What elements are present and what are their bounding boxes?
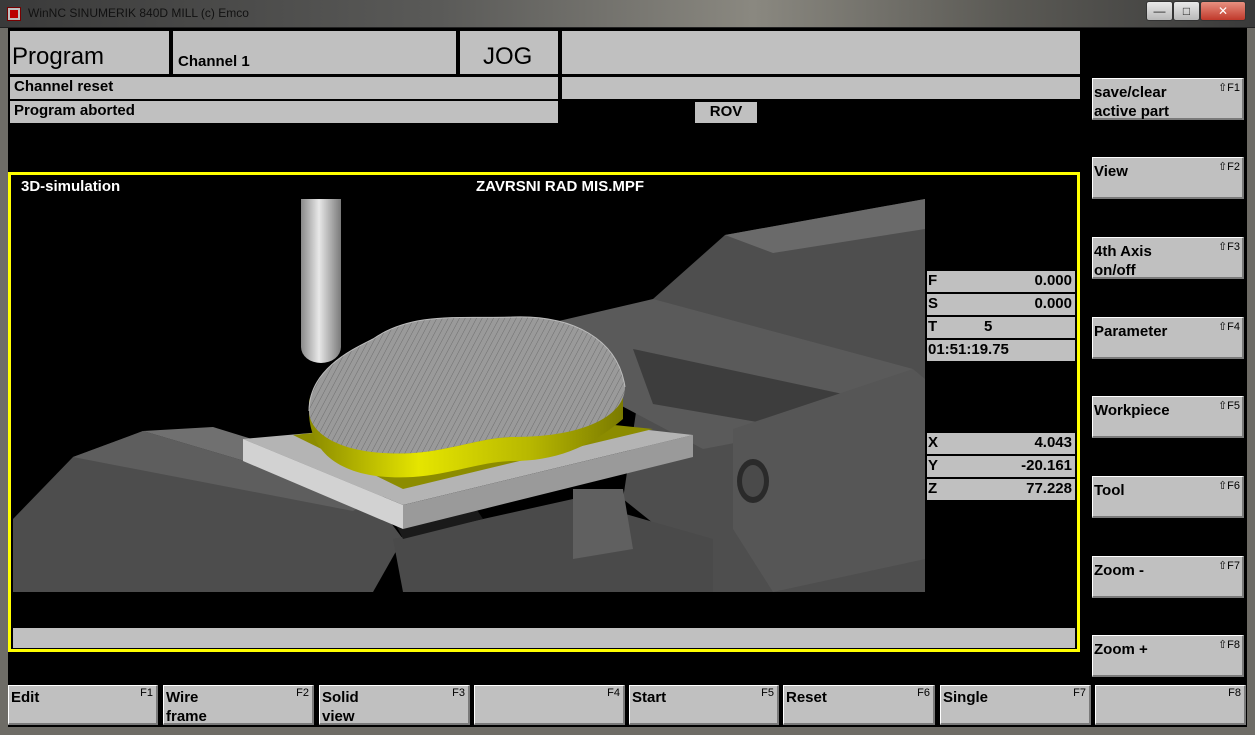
tool-readout: T 5 bbox=[927, 317, 1075, 338]
softkey-wire-frame[interactable]: Wire frame F2 bbox=[163, 685, 314, 725]
spindle-value: 0.000 bbox=[1034, 295, 1072, 312]
feed-value: 0.000 bbox=[1034, 272, 1072, 289]
window-border-bottom bbox=[0, 727, 1255, 735]
message-field bbox=[562, 77, 1080, 99]
window-title: WinNC SINUMERIK 840D MILL (c) Emco bbox=[28, 6, 249, 20]
softkey-number: ⇧F5 bbox=[1217, 400, 1240, 412]
softkey-f8[interactable]: F8 bbox=[1095, 685, 1246, 725]
app-icon[interactable] bbox=[7, 7, 21, 21]
x-axis-value: 4.043 bbox=[1034, 434, 1072, 451]
y-axis-readout: Y -20.161 bbox=[927, 456, 1075, 477]
softkey-reset[interactable]: Reset F6 bbox=[783, 685, 935, 725]
softkey-number: F2 bbox=[296, 687, 309, 699]
z-axis-value: 77.228 bbox=[1026, 480, 1072, 497]
time-value: 01:51:19.75 bbox=[928, 341, 1009, 358]
softkey-label: Solid view bbox=[322, 689, 359, 725]
softkey-number: ⇧F2 bbox=[1217, 161, 1240, 173]
simulation-viewport[interactable] bbox=[13, 199, 925, 592]
simulation-title: 3D-simulation bbox=[21, 178, 121, 195]
softkey-label: Reset bbox=[786, 689, 827, 706]
status-line-1: Channel reset bbox=[10, 77, 558, 99]
simulation-status-bar bbox=[13, 628, 1075, 648]
softkey-workpiece[interactable]: Workpiece ⇧F5 bbox=[1092, 396, 1244, 438]
y-axis-label: Y bbox=[928, 457, 939, 474]
softkey-number: F1 bbox=[140, 687, 153, 699]
time-readout: 01:51:19.75 bbox=[927, 340, 1075, 361]
rov-indicator: ROV bbox=[695, 102, 757, 123]
softkey-label: Parameter bbox=[1094, 323, 1168, 340]
softkey-number: F5 bbox=[761, 687, 774, 699]
softkey-number: ⇧F6 bbox=[1217, 480, 1240, 492]
close-button[interactable]: ✕ bbox=[1200, 1, 1246, 21]
softkey-save-clear-active-part[interactable]: save/clear active part ⇧F1 bbox=[1092, 78, 1244, 120]
softkey-number: F4 bbox=[607, 687, 620, 699]
softkey-zoom-in[interactable]: Zoom + ⇧F8 bbox=[1092, 635, 1244, 677]
z-axis-label: Z bbox=[928, 480, 938, 497]
area-label: Program bbox=[10, 31, 169, 74]
softkey-f4[interactable]: F4 bbox=[474, 685, 625, 725]
channel-label: Channel 1 bbox=[173, 31, 456, 74]
feed-label: F bbox=[928, 272, 938, 289]
softkey-edit[interactable]: Edit F1 bbox=[8, 685, 158, 725]
window-border-left bbox=[0, 28, 8, 735]
program-name: ZAVRSNI RAD MIS.MPF bbox=[476, 178, 645, 195]
softkey-zoom-out[interactable]: Zoom - ⇧F7 bbox=[1092, 556, 1244, 598]
softkey-solid-view[interactable]: Solid view F3 bbox=[319, 685, 470, 725]
machining-3d-view bbox=[13, 199, 925, 592]
spindle-label: S bbox=[928, 295, 939, 312]
softkey-label: Zoom + bbox=[1094, 641, 1148, 658]
minimize-button[interactable]: — bbox=[1146, 1, 1173, 21]
status-line-2: Program aborted bbox=[10, 101, 558, 123]
softkey-label: Single bbox=[943, 689, 989, 706]
softkey-single[interactable]: Single F7 bbox=[940, 685, 1091, 725]
softkey-label: save/clear active part bbox=[1094, 84, 1170, 120]
softkey-tool[interactable]: Tool ⇧F6 bbox=[1092, 476, 1244, 518]
softkey-number: ⇧F8 bbox=[1217, 639, 1240, 651]
softkey-label: Edit bbox=[11, 689, 40, 706]
softkey-number: ⇧F7 bbox=[1217, 560, 1240, 572]
softkey-label: View bbox=[1094, 163, 1128, 180]
mode-label: JOG bbox=[460, 31, 558, 74]
softkey-label: Wire frame bbox=[166, 689, 207, 725]
softkey-number: F3 bbox=[452, 687, 465, 699]
softkey-view[interactable]: View ⇧F2 bbox=[1092, 157, 1244, 199]
softkey-label: Start bbox=[632, 689, 667, 706]
alarm-field bbox=[562, 31, 1080, 74]
softkey-number: F8 bbox=[1228, 687, 1241, 699]
x-axis-readout: X 4.043 bbox=[927, 433, 1075, 454]
softkey-number: ⇧F4 bbox=[1217, 321, 1240, 333]
softkey-number: ⇧F1 bbox=[1217, 82, 1240, 94]
softkey-4th-axis[interactable]: 4th Axis on/off ⇧F3 bbox=[1092, 237, 1244, 279]
softkey-number: ⇧F3 bbox=[1217, 241, 1240, 253]
x-axis-label: X bbox=[928, 434, 939, 451]
z-axis-readout: Z 77.228 bbox=[927, 479, 1075, 500]
tool-value: 5 bbox=[984, 318, 993, 335]
softkey-parameter[interactable]: Parameter ⇧F4 bbox=[1092, 317, 1244, 359]
softkey-label: Zoom - bbox=[1094, 562, 1144, 579]
y-axis-value: -20.161 bbox=[1021, 457, 1072, 474]
feed-readout: F 0.000 bbox=[927, 271, 1075, 292]
softkey-number: F6 bbox=[917, 687, 930, 699]
spindle-readout: S 0.000 bbox=[927, 294, 1075, 315]
window-border-right bbox=[1247, 28, 1255, 735]
softkey-start[interactable]: Start F5 bbox=[629, 685, 779, 725]
softkey-label: 4th Axis on/off bbox=[1094, 243, 1152, 279]
softkey-label: Tool bbox=[1094, 482, 1125, 499]
maximize-button[interactable]: □ bbox=[1173, 1, 1200, 21]
tool-label: T bbox=[928, 318, 938, 335]
softkey-number: F7 bbox=[1073, 687, 1086, 699]
softkey-label: Workpiece bbox=[1094, 402, 1170, 419]
